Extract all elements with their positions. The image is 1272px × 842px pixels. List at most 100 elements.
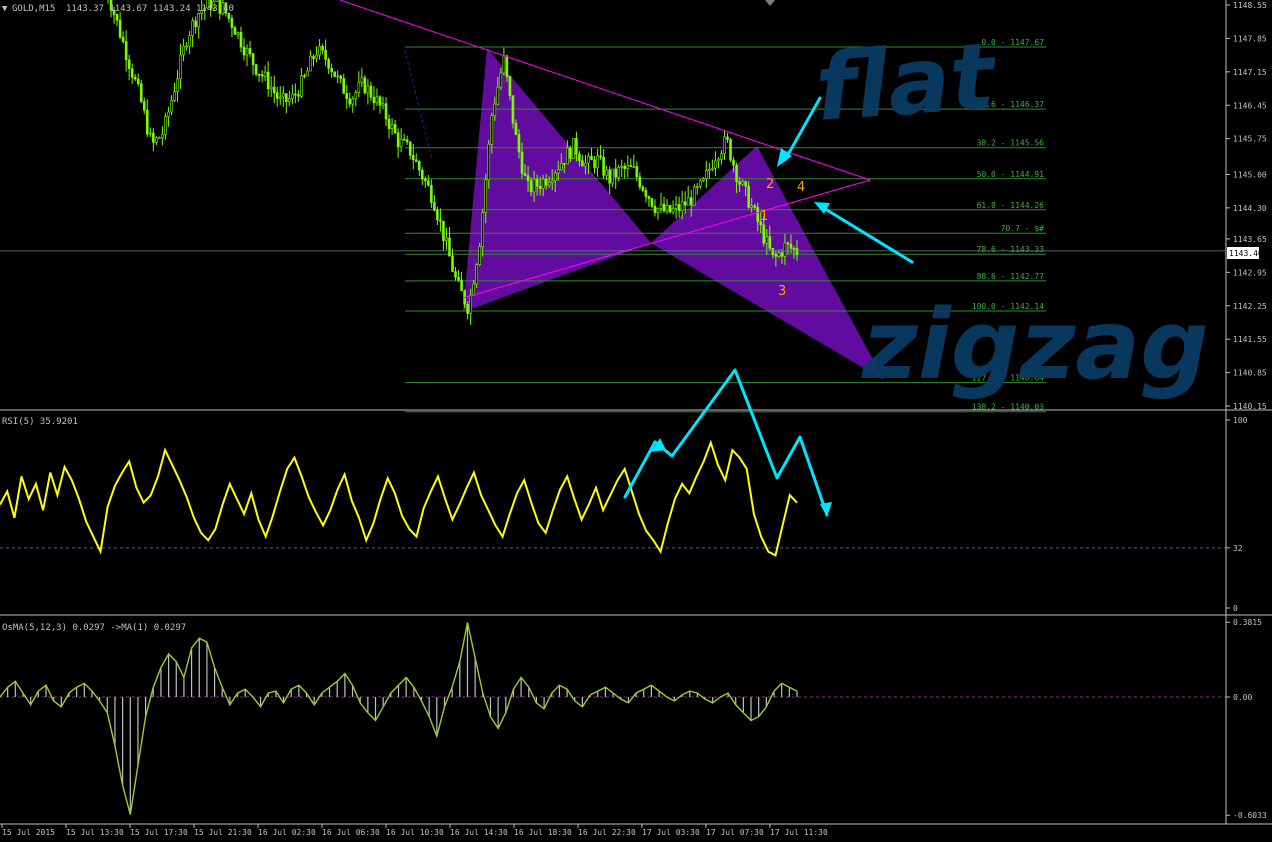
- candle-body: [768, 236, 772, 249]
- harmonic-triangle-xab: [463, 48, 651, 312]
- candle-body: [711, 167, 714, 170]
- price-tick-label: 1144.30: [1233, 204, 1267, 213]
- candle-body: [575, 138, 578, 155]
- candle-body: [544, 178, 548, 186]
- candle-body: [602, 156, 605, 176]
- candle-body: [514, 122, 518, 135]
- candle-body: [484, 179, 488, 213]
- candle-body: [499, 72, 503, 88]
- candle-body: [526, 175, 530, 181]
- osma-indicator: 0.3815 0.00 -0.6033: [0, 618, 1267, 820]
- time-tick-label: 17 Jul 07:30: [706, 828, 764, 837]
- ohlc-readout: 1143.37 1143.67 1143.24 1143.40: [66, 4, 234, 14]
- candle-body: [417, 161, 421, 171]
- candle-body: [182, 45, 185, 56]
- candle-body: [559, 162, 563, 170]
- candle-body: [475, 264, 478, 285]
- candle-body: [427, 180, 430, 186]
- candle-body: [375, 96, 379, 104]
- candle-body: [780, 252, 784, 257]
- time-tick-label: 15 Jul 2015: [2, 828, 55, 837]
- candle-body: [614, 168, 617, 178]
- candle-body: [146, 109, 149, 135]
- candle-body: [581, 160, 584, 167]
- candle-body: [538, 185, 542, 189]
- candle-body: [783, 242, 787, 257]
- price-tick-label: 1142.25: [1233, 302, 1267, 311]
- candle-body: [315, 54, 318, 59]
- candle-body: [792, 248, 796, 250]
- candle-body: [650, 198, 654, 207]
- fib-level-label: 88.6 - 1142.77: [977, 272, 1045, 281]
- candle-body: [300, 75, 303, 97]
- candle-body: [747, 185, 750, 208]
- candle-body: [674, 204, 678, 209]
- candle-body: [257, 73, 261, 76]
- candle-body: [405, 139, 409, 143]
- candle-body: [133, 76, 137, 80]
- fib-level-label: 138.2 - 1140.03: [972, 403, 1044, 412]
- price-tick-label: 1147.15: [1233, 68, 1267, 77]
- candle-body: [309, 56, 312, 72]
- price-candles: [107, 0, 799, 325]
- candle-body: [155, 137, 158, 143]
- wave-label-2: 2: [766, 177, 774, 192]
- candle-body: [336, 75, 339, 78]
- candle-body: [541, 178, 545, 189]
- candle-body: [481, 212, 485, 248]
- candle-body: [556, 169, 560, 174]
- candle-body: [692, 186, 696, 206]
- candle-body: [647, 196, 651, 199]
- candle-body: [176, 78, 179, 93]
- trading-chart[interactable]: 0.0 - 1147.6723.6 - 1146.3738.2 - 1145.5…: [0, 0, 1272, 842]
- candle-body: [152, 132, 155, 143]
- candle-body: [529, 180, 533, 193]
- candle-body: [771, 248, 775, 255]
- candle-body: [511, 95, 515, 124]
- rsi-zigzag-arrow-head: [820, 502, 832, 517]
- candle-body: [641, 186, 645, 191]
- candle-body: [439, 219, 442, 222]
- candle-body: [596, 155, 599, 168]
- candle-body: [242, 46, 246, 56]
- candle-body: [312, 56, 315, 59]
- osma-tick-label: 0.00: [1233, 693, 1252, 702]
- candle-body: [487, 143, 491, 181]
- candle-body: [321, 46, 324, 51]
- candle-body: [786, 242, 790, 245]
- flat-arrow: [783, 96, 822, 162]
- candle-body: [227, 13, 231, 19]
- candle-body: [191, 20, 194, 36]
- candle-body: [572, 138, 575, 159]
- candle-body: [493, 103, 497, 117]
- candle-body: [469, 294, 472, 314]
- candle-body: [436, 209, 439, 221]
- rsi-tick-label: 100: [1233, 416, 1248, 425]
- candle-body: [683, 201, 687, 206]
- dropdown-triangle-icon[interactable]: ▼: [2, 4, 8, 14]
- candle-body: [774, 254, 778, 257]
- fib-level-label: 50.0 - 1144.91: [977, 170, 1045, 179]
- candle-body: [149, 132, 152, 135]
- candle-body: [566, 147, 569, 165]
- candle-body: [720, 153, 723, 160]
- candle-body: [173, 91, 176, 101]
- chart-shift-marker: [765, 0, 775, 6]
- candle-body: [442, 220, 445, 241]
- candle-body: [656, 208, 660, 213]
- candle-body: [342, 78, 346, 94]
- candle-body: [354, 92, 358, 100]
- candle-body: [744, 181, 747, 187]
- symbol-label: GOLD,M15: [12, 4, 55, 14]
- candle-body: [445, 237, 448, 241]
- candle-body: [294, 93, 297, 96]
- fib-level-label: 78.6 - 1143.33: [977, 245, 1045, 254]
- time-tick-label: 17 Jul 11:30: [770, 828, 828, 837]
- time-tick-label: 16 Jul 02:30: [258, 828, 316, 837]
- candle-body: [653, 205, 657, 213]
- candle-body: [671, 207, 675, 213]
- candle-body: [291, 93, 294, 99]
- candle-body: [553, 172, 557, 182]
- candle-body: [608, 169, 611, 184]
- candle-body: [472, 283, 475, 296]
